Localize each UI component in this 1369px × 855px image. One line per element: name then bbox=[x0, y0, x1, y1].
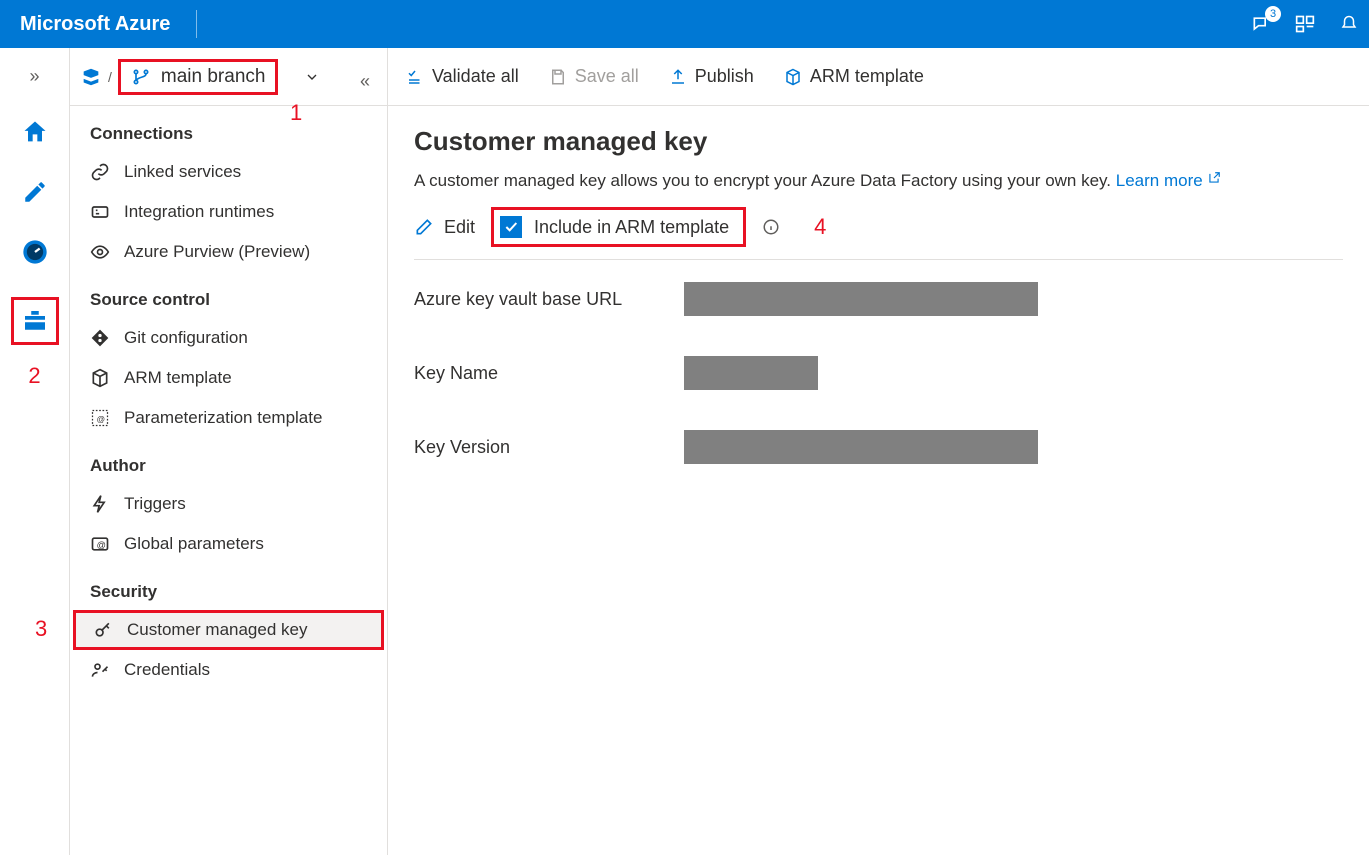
sidebar-item-credentials[interactable]: Credentials bbox=[70, 650, 387, 690]
validate-all-button[interactable]: Validate all bbox=[406, 66, 519, 87]
include-in-arm-checkbox-group[interactable]: Include in ARM template bbox=[491, 207, 746, 247]
sidebar-item-label: Parameterization template bbox=[124, 408, 322, 428]
section-author: Author bbox=[70, 438, 387, 484]
brand-label: Microsoft Azure bbox=[20, 13, 190, 36]
redacted-value bbox=[684, 282, 1038, 316]
branch-selector[interactable]: main branch bbox=[118, 59, 279, 95]
expand-rail-icon[interactable]: » bbox=[29, 66, 39, 87]
sidebar-item-label: Triggers bbox=[124, 494, 186, 514]
action-label: Publish bbox=[695, 66, 754, 87]
save-all-button: Save all bbox=[549, 66, 639, 87]
sidebar-item-label: Customer managed key bbox=[127, 620, 307, 640]
publish-button[interactable]: Publish bbox=[669, 66, 754, 87]
chevron-down-icon[interactable] bbox=[304, 69, 320, 85]
redacted-value bbox=[684, 356, 818, 390]
link-icon bbox=[90, 162, 110, 182]
sidebar-item-linked-services[interactable]: Linked services bbox=[70, 152, 387, 192]
breadcrumb-toolbar: / main branch 1 « bbox=[70, 48, 387, 106]
include-label: Include in ARM template bbox=[534, 217, 729, 238]
left-icon-rail: » 2 bbox=[0, 48, 70, 855]
sidebar-item-label: Linked services bbox=[124, 162, 241, 182]
sidebar-item-label: Git configuration bbox=[124, 328, 248, 348]
sidebar-item-triggers[interactable]: Triggers bbox=[70, 484, 387, 524]
bolt-icon bbox=[90, 494, 110, 514]
brand-divider bbox=[196, 10, 197, 38]
learn-more-link[interactable]: Learn more bbox=[1116, 171, 1221, 190]
annotation-1: 1 bbox=[290, 100, 302, 126]
key-icon bbox=[93, 620, 113, 640]
git-branch-icon bbox=[131, 67, 151, 87]
pencil-icon bbox=[414, 217, 434, 237]
redacted-value bbox=[684, 430, 1038, 464]
sidebar-item-azure-purview[interactable]: Azure Purview (Preview) bbox=[70, 232, 387, 272]
field-label: Key Name bbox=[414, 363, 684, 384]
sidebar-item-label: Global parameters bbox=[124, 534, 264, 554]
intro-text: A customer managed key allows you to enc… bbox=[414, 171, 1343, 191]
manage-side-panel: / main branch 1 « Connections Linked ser… bbox=[70, 48, 388, 855]
sidebar-item-label: Azure Purview (Preview) bbox=[124, 242, 310, 262]
eye-icon bbox=[90, 242, 110, 262]
checklist-icon bbox=[406, 68, 424, 86]
section-source-control: Source control bbox=[70, 272, 387, 318]
field-key-name: Key Name bbox=[414, 356, 1343, 390]
action-label: ARM template bbox=[810, 66, 924, 87]
action-label: Save all bbox=[575, 66, 639, 87]
intro-text-span: A customer managed key allows you to enc… bbox=[414, 171, 1116, 190]
branch-label: main branch bbox=[161, 66, 266, 88]
sidebar-item-arm-template[interactable]: ARM template bbox=[70, 358, 387, 398]
save-icon bbox=[549, 68, 567, 86]
checkbox-checked-icon[interactable] bbox=[500, 216, 522, 238]
sidebar-item-global-params[interactable]: @ Global parameters bbox=[70, 524, 387, 564]
section-security: Security bbox=[70, 564, 387, 610]
sidebar-item-git-config[interactable]: Git configuration bbox=[70, 318, 387, 358]
section-connections: Connections bbox=[70, 106, 387, 152]
sidebar-item-integration-runtimes[interactable]: Integration runtimes bbox=[70, 192, 387, 232]
field-label: Azure key vault base URL bbox=[414, 289, 684, 310]
monitor-gauge-icon[interactable] bbox=[20, 237, 50, 267]
notification-bell-icon[interactable] bbox=[1339, 14, 1359, 34]
svg-text:@: @ bbox=[97, 540, 106, 550]
at-icon: @ bbox=[90, 534, 110, 554]
upload-icon bbox=[669, 68, 687, 86]
home-icon[interactable] bbox=[20, 117, 50, 147]
page-title: Customer managed key bbox=[414, 126, 1343, 157]
actions-toolbar: Validate all Save all Publish ARM templa… bbox=[388, 48, 1369, 106]
annotation-2: 2 bbox=[28, 363, 40, 389]
edit-button[interactable]: Edit bbox=[414, 217, 475, 238]
svg-text:@: @ bbox=[97, 414, 105, 424]
content-area: Validate all Save all Publish ARM templa… bbox=[388, 48, 1369, 855]
git-icon bbox=[90, 328, 110, 348]
collapse-panel-icon[interactable]: « bbox=[360, 71, 370, 92]
cube-icon bbox=[90, 368, 110, 388]
action-label: Validate all bbox=[432, 66, 519, 87]
annotation-4: 4 bbox=[814, 214, 826, 240]
info-icon[interactable] bbox=[762, 218, 780, 236]
field-key-vault-url: Azure key vault base URL bbox=[414, 282, 1343, 316]
data-factory-icon bbox=[80, 66, 102, 88]
runtime-icon bbox=[90, 202, 110, 222]
field-label: Key Version bbox=[414, 437, 684, 458]
sidebar-item-label: ARM template bbox=[124, 368, 232, 388]
parameter-icon: @ bbox=[90, 408, 110, 428]
sidebar-item-customer-managed-key[interactable]: Customer managed key bbox=[73, 610, 384, 650]
arm-template-button[interactable]: ARM template bbox=[784, 66, 924, 87]
external-link-icon bbox=[1207, 171, 1221, 185]
cube-icon bbox=[784, 68, 802, 86]
notification-badge: 3 bbox=[1265, 6, 1281, 22]
manage-toolbox-icon[interactable] bbox=[11, 297, 59, 345]
panel-icon[interactable] bbox=[1295, 14, 1315, 34]
sidebar-item-label: Credentials bbox=[124, 660, 210, 680]
sidebar-item-label: Integration runtimes bbox=[124, 202, 274, 222]
annotation-3: 3 bbox=[35, 616, 47, 642]
azure-top-bar: Microsoft Azure 3 bbox=[0, 0, 1369, 48]
author-pencil-icon[interactable] bbox=[20, 177, 50, 207]
person-key-icon bbox=[90, 660, 110, 680]
edit-label: Edit bbox=[444, 217, 475, 238]
feedback-icon[interactable]: 3 bbox=[1251, 14, 1271, 34]
field-key-version: Key Version bbox=[414, 430, 1343, 464]
sidebar-item-parameterization[interactable]: @ Parameterization template bbox=[70, 398, 387, 438]
